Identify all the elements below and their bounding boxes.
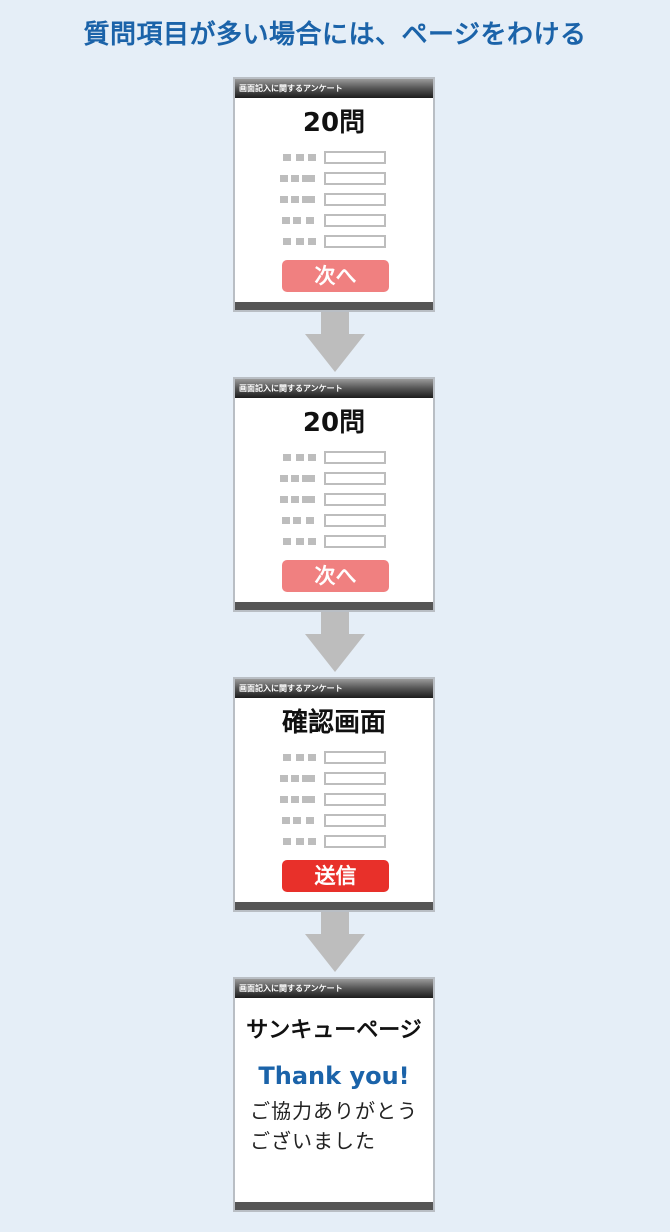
message-line: ご協力ありがとう <box>250 1099 418 1123</box>
down-arrow-icon <box>305 912 365 972</box>
form-input-placeholder <box>324 751 386 764</box>
form-input-placeholder <box>324 235 386 248</box>
screen-footer-bar <box>235 1202 433 1210</box>
form-input-placeholder <box>324 514 386 527</box>
submit-button: 送信 <box>282 860 389 892</box>
message-line: ございました <box>250 1129 376 1153</box>
form-input-placeholder <box>324 535 386 548</box>
screen-heading: 20問 <box>302 408 366 438</box>
form-rows <box>235 151 433 256</box>
form-row <box>235 214 433 235</box>
form-row <box>235 493 433 514</box>
form-row <box>235 514 433 535</box>
form-row <box>235 235 433 256</box>
down-arrow-icon <box>305 312 365 372</box>
screen-page-2: 画面記入に関するアンケート 20問 次へ <box>233 377 435 612</box>
screen-footer-bar <box>235 602 433 610</box>
form-row <box>235 451 433 472</box>
screen-thank-you: 画面記入に関するアンケート サンキューページ Thank you! ご協力ありが… <box>233 977 435 1212</box>
form-input-placeholder <box>324 835 386 848</box>
screen-confirm: 画面記入に関するアンケート 確認画面 送信 <box>233 677 435 912</box>
screen-heading: 20問 <box>302 108 366 138</box>
down-arrow-icon <box>305 612 365 672</box>
next-button: 次へ <box>282 560 389 592</box>
form-rows <box>235 451 433 556</box>
form-input-placeholder <box>324 772 386 785</box>
screen-heading: 確認画面 <box>281 708 386 738</box>
form-row <box>235 535 433 556</box>
screen-header-bar: 画面記入に関するアンケート <box>235 379 433 398</box>
screen-footer-bar <box>235 302 433 310</box>
form-row <box>235 151 433 172</box>
form-input-placeholder <box>324 793 386 806</box>
form-row <box>235 835 433 856</box>
form-row <box>235 751 433 772</box>
form-input-placeholder <box>324 493 386 506</box>
thank-you-message: ご協力ありがとう ございました <box>250 1096 433 1156</box>
form-input-placeholder <box>324 814 386 827</box>
screen-heading: サンキューページ <box>246 1018 422 1043</box>
form-row <box>235 793 433 814</box>
screen-header-bar: 画面記入に関するアンケート <box>235 79 433 98</box>
form-row <box>235 172 433 193</box>
diagram-title: 質問項目が多い場合には、ページをわける <box>83 20 587 50</box>
screen-page-1: 画面記入に関するアンケート 20問 次へ <box>233 77 435 312</box>
form-input-placeholder <box>324 151 386 164</box>
form-rows <box>235 751 433 856</box>
form-input-placeholder <box>324 172 386 185</box>
form-row <box>235 814 433 835</box>
form-row <box>235 472 433 493</box>
form-row <box>235 193 433 214</box>
form-input-placeholder <box>324 451 386 464</box>
form-input-placeholder <box>324 193 386 206</box>
screen-header-bar: 画面記入に関するアンケート <box>235 679 433 698</box>
form-input-placeholder <box>324 472 386 485</box>
thank-you-text: Thank you! <box>258 1062 410 1090</box>
screen-header-bar: 画面記入に関するアンケート <box>235 979 433 998</box>
form-row <box>235 772 433 793</box>
form-input-placeholder <box>324 214 386 227</box>
next-button: 次へ <box>282 260 389 292</box>
screen-footer-bar <box>235 902 433 910</box>
